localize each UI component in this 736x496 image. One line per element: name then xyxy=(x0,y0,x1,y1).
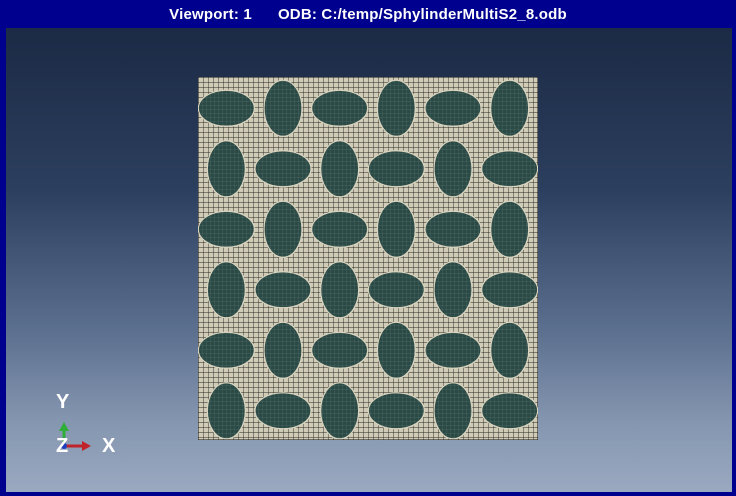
inclusion-ellipse xyxy=(490,321,530,379)
inclusion-ellipse xyxy=(367,271,425,309)
inclusion-ellipse xyxy=(376,200,416,258)
inclusion-ellipse xyxy=(263,321,303,379)
inclusion-ellipse xyxy=(376,321,416,379)
triad-x-label: X xyxy=(102,435,116,457)
inclusion-ellipse xyxy=(206,382,246,440)
inclusion-ellipse xyxy=(481,150,538,188)
inclusion-ellipse xyxy=(263,79,303,137)
inclusion-ellipse xyxy=(320,382,360,440)
orientation-triad: Y Z X xyxy=(50,384,130,464)
inclusion-ellipse xyxy=(433,261,473,319)
inclusion-ellipse xyxy=(263,200,303,258)
inclusion-ellipse xyxy=(376,79,416,137)
inclusion-ellipse xyxy=(424,331,482,369)
inclusion-ellipse xyxy=(490,200,530,258)
inclusion-ellipse xyxy=(254,150,312,188)
inclusion-ellipse xyxy=(481,392,538,430)
viewport-title-bar[interactable]: Viewport: 1 ODB: C:/temp/SphylinderMulti… xyxy=(0,0,736,28)
fe-mesh-model[interactable] xyxy=(198,77,538,440)
inclusion-ellipse xyxy=(311,89,369,127)
inclusion-ellipse xyxy=(198,89,255,127)
inclusion-ellipse xyxy=(320,261,360,319)
inclusion-ellipse xyxy=(433,382,473,440)
inclusion-ellipse xyxy=(424,89,482,127)
inclusion-ellipse xyxy=(424,210,482,248)
inclusion-ellipse xyxy=(490,79,530,137)
viewport-number-label: Viewport: 1 xyxy=(169,5,252,23)
inclusion-ellipse xyxy=(254,271,312,309)
inclusion-ellipse xyxy=(367,150,425,188)
inclusion-ellipse xyxy=(481,271,538,309)
viewport-canvas[interactable]: Y Z X xyxy=(6,28,732,492)
matrix-mesh xyxy=(198,77,538,440)
inclusion-ellipse xyxy=(433,140,473,198)
abaqus-viewport-window: Viewport: 1 ODB: C:/temp/SphylinderMulti… xyxy=(0,0,736,496)
odb-path-label: ODB: C:/temp/SphylinderMultiS2_8.odb xyxy=(277,5,567,23)
triad-z-label: Z xyxy=(56,435,69,457)
triad-y-label: Y xyxy=(56,391,70,413)
inclusion-ellipse xyxy=(367,392,425,430)
inclusion-ellipse xyxy=(311,331,369,369)
inclusion-ellipse xyxy=(311,210,369,248)
inclusion-ellipse xyxy=(198,210,255,248)
inclusion-ellipse xyxy=(320,140,360,198)
inclusion-ellipse xyxy=(198,331,255,369)
inclusion-ellipse xyxy=(254,392,312,430)
inclusion-ellipse xyxy=(206,140,246,198)
inclusion-ellipse xyxy=(206,261,246,319)
